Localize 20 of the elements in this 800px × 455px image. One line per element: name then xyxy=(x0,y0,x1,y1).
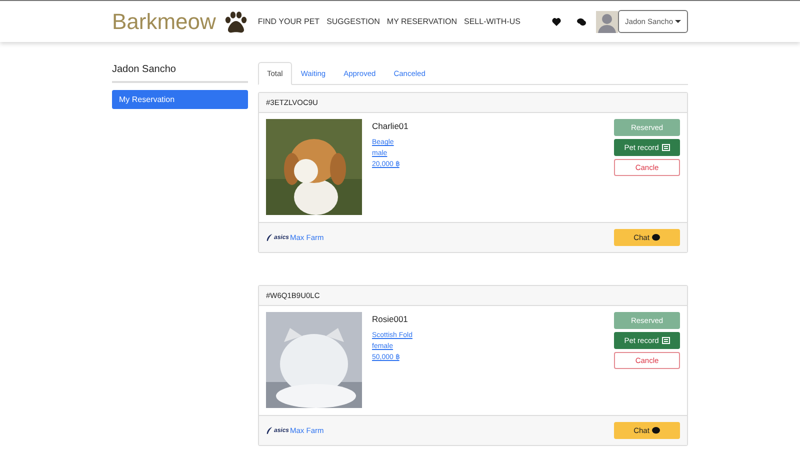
nav-link[interactable]: SELL-WITH-US xyxy=(464,17,520,26)
document-icon xyxy=(662,337,670,344)
nav-link[interactable]: MY RESERVATION xyxy=(386,17,457,26)
sidebar-title: Jadon Sancho xyxy=(112,62,248,83)
sidebar-item[interactable]: My Reservation xyxy=(112,90,248,109)
pet-name: Charlie01 xyxy=(372,121,410,131)
heart-icon[interactable] xyxy=(552,18,562,26)
brand-logo[interactable]: Barkmeow xyxy=(112,8,216,34)
caret-icon xyxy=(675,20,681,23)
nav-link[interactable]: SUGGESTION xyxy=(326,17,380,26)
chat-icon xyxy=(652,234,660,241)
paw-icon xyxy=(224,10,248,32)
pet-name: Rosie001 xyxy=(372,314,409,324)
chat-icon xyxy=(652,427,660,434)
chat-icon[interactable] xyxy=(577,18,586,26)
swoosh-icon xyxy=(266,234,273,241)
nav-link[interactable]: FIND YOUR PET xyxy=(258,17,320,26)
document-icon xyxy=(662,144,670,151)
avatar xyxy=(596,10,618,32)
swoosh-icon xyxy=(266,427,273,434)
